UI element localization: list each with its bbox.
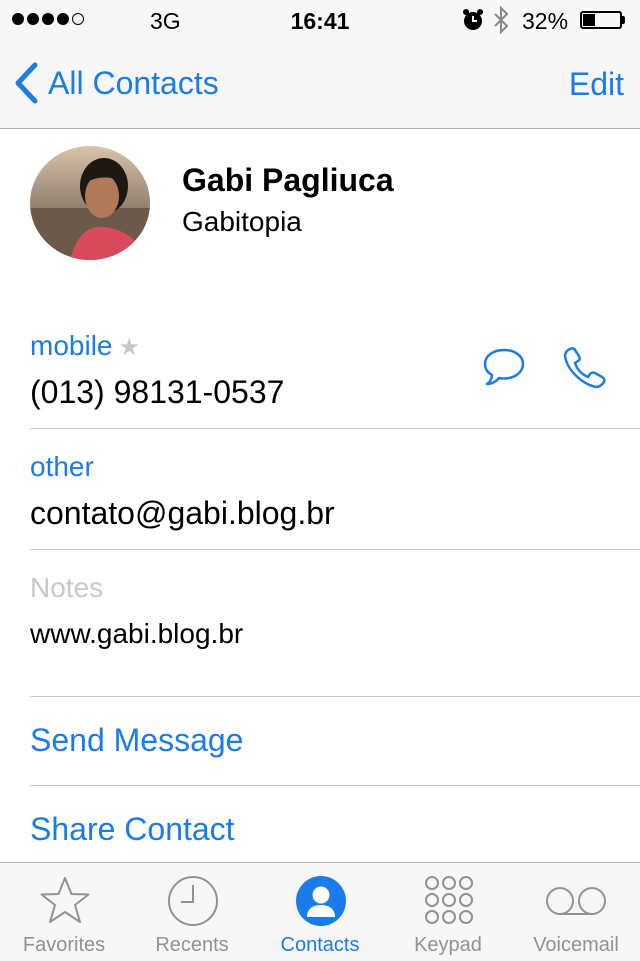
separator	[30, 549, 640, 550]
phone-field-label: mobile ★	[30, 330, 140, 362]
separator	[30, 785, 640, 786]
message-bubble-icon[interactable]	[482, 346, 526, 393]
back-button-label: All Contacts	[48, 64, 219, 101]
phone-call-icon[interactable]	[562, 346, 608, 395]
tab-label: Favorites	[22, 934, 106, 956]
navigation-bar: All Contacts Edit	[0, 40, 640, 129]
battery-percent: 32%	[522, 8, 569, 34]
clock-icon	[168, 876, 218, 926]
contact-name: Gabi Pagliuca	[182, 162, 394, 198]
tab-keypad[interactable]: Keypad	[384, 863, 512, 961]
edit-button[interactable]: Edit	[569, 66, 624, 103]
separator	[30, 696, 640, 697]
email-field-label: other	[30, 451, 94, 482]
status-bar: 3G 16:41 32%	[0, 0, 640, 40]
battery-nub	[622, 16, 625, 24]
alarm-icon	[462, 8, 484, 38]
send-message-button[interactable]: Send Message	[30, 722, 243, 759]
tab-bar: Favorites Recents Contacts Keypad Voicem…	[0, 862, 640, 961]
keypad-icon	[425, 876, 473, 924]
notes-text[interactable]: www.gabi.blog.br	[30, 618, 243, 650]
tab-favorites[interactable]: Favorites	[0, 863, 128, 961]
star-icon	[40, 877, 90, 923]
tab-contacts[interactable]: Contacts	[256, 863, 384, 961]
tab-label: Recents	[155, 934, 229, 956]
tab-label: Voicemail	[533, 934, 619, 956]
tab-label: Contacts	[280, 934, 360, 956]
favorite-star-icon: ★	[118, 334, 140, 361]
back-button[interactable]: All Contacts	[14, 62, 219, 104]
bluetooth-icon	[492, 5, 510, 40]
contact-avatar	[30, 146, 150, 260]
tab-recents[interactable]: Recents	[128, 863, 256, 961]
person-icon	[296, 876, 346, 926]
phone-number[interactable]: (013) 98131-0537	[30, 374, 284, 411]
contact-company: Gabitopia	[182, 206, 302, 237]
separator	[30, 428, 640, 429]
share-contact-button[interactable]: Share Contact	[30, 811, 235, 848]
email-address[interactable]: contato@gabi.blog.br	[30, 495, 335, 532]
phone-label-text: mobile	[30, 330, 113, 361]
battery-icon	[580, 11, 622, 29]
chevron-left-icon	[15, 62, 38, 104]
tab-voicemail[interactable]: Voicemail	[512, 863, 640, 961]
notes-label: Notes	[30, 572, 104, 603]
tab-label: Keypad	[414, 934, 482, 956]
voicemail-icon	[546, 887, 606, 915]
